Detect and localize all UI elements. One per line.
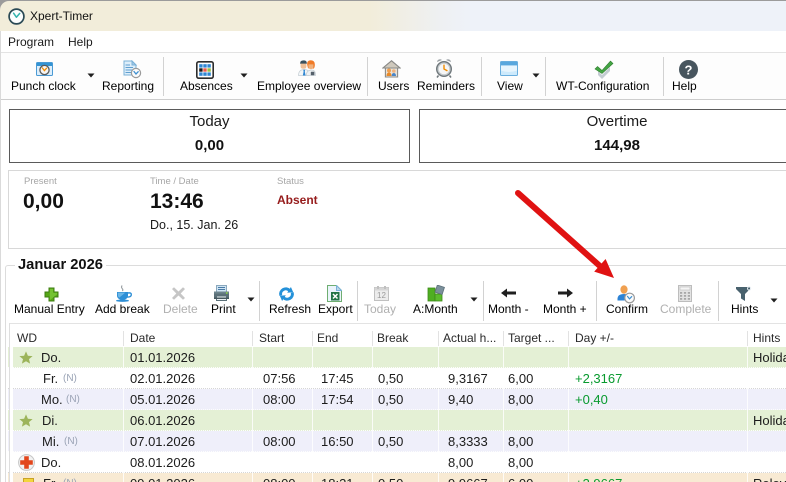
- svg-text:12: 12: [377, 291, 386, 300]
- svg-text:?: ?: [685, 63, 693, 78]
